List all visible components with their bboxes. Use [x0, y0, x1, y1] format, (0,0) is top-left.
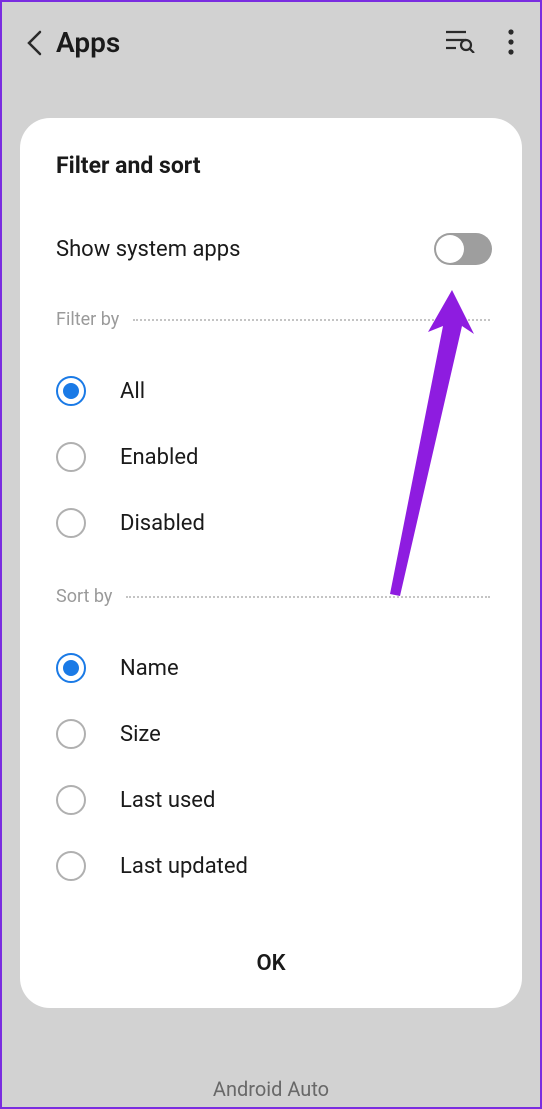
sort-option-size[interactable]: Size: [20, 701, 522, 767]
show-system-apps-row[interactable]: Show system apps: [20, 233, 522, 265]
radio-label: Disabled: [120, 511, 205, 536]
ok-button[interactable]: OK: [20, 929, 522, 984]
sort-option-name[interactable]: Name: [20, 635, 522, 701]
dialog-title: Filter and sort: [20, 152, 522, 179]
search-list-icon[interactable]: [446, 29, 474, 57]
header: Apps: [2, 2, 540, 83]
toggle-label: Show system apps: [56, 237, 240, 262]
radio-icon: [56, 442, 86, 472]
radio-icon: [56, 719, 86, 749]
filter-label: Filter by: [56, 309, 119, 330]
radio-label: Size: [120, 722, 161, 747]
filter-group: All Enabled Disabled: [20, 358, 522, 556]
sort-section-header: Sort by: [20, 586, 522, 607]
filter-option-enabled[interactable]: Enabled: [20, 424, 522, 490]
sort-option-last-used[interactable]: Last used: [20, 767, 522, 833]
more-icon[interactable]: [508, 29, 518, 57]
radio-label: Last updated: [120, 854, 248, 879]
filter-option-disabled[interactable]: Disabled: [20, 490, 522, 556]
sort-option-last-updated[interactable]: Last updated: [20, 833, 522, 899]
radio-icon: [56, 785, 86, 815]
radio-icon: [56, 376, 86, 406]
divider: [133, 319, 490, 321]
toggle-knob: [436, 235, 464, 263]
radio-icon: [56, 508, 86, 538]
radio-label: Last used: [120, 788, 215, 813]
filter-sort-dialog: Filter and sort Show system apps Filter …: [20, 118, 522, 1008]
background-app-name: Android Auto: [213, 1077, 329, 1101]
page-title: Apps: [56, 26, 434, 59]
radio-icon: [56, 851, 86, 881]
back-icon[interactable]: [24, 33, 44, 53]
radio-label: All: [120, 379, 145, 404]
radio-label: Enabled: [120, 445, 198, 470]
show-system-apps-toggle[interactable]: [434, 233, 492, 265]
filter-option-all[interactable]: All: [20, 358, 522, 424]
sort-group: Name Size Last used Last updated: [20, 635, 522, 899]
radio-icon: [56, 653, 86, 683]
radio-label: Name: [120, 656, 179, 681]
sort-label: Sort by: [56, 586, 112, 607]
divider: [126, 596, 490, 598]
filter-section-header: Filter by: [20, 309, 522, 330]
